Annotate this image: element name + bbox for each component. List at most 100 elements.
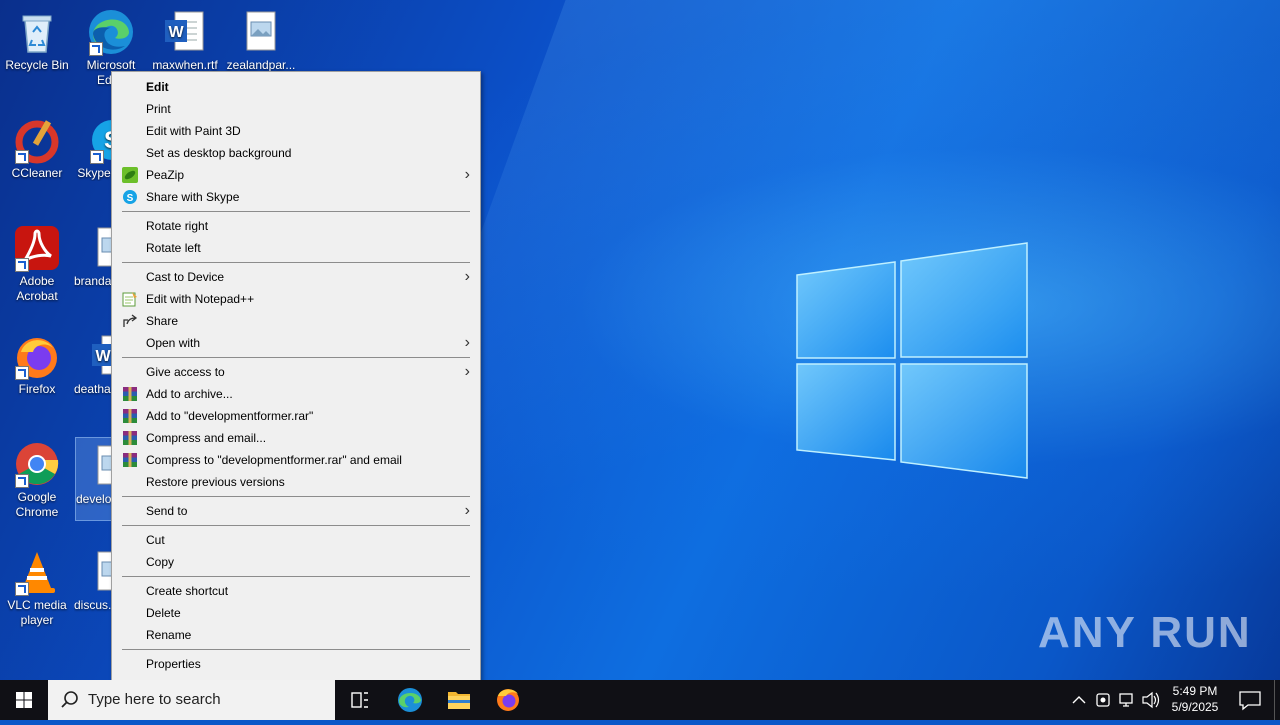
menu-item-cast-to-device[interactable]: Cast to Device › — [112, 266, 480, 288]
menu-item-print[interactable]: Print — [112, 98, 480, 120]
desktop-icon-firefox[interactable]: Firefox — [0, 328, 74, 397]
desktop-icon-label: maxwhen.rtf — [152, 58, 218, 72]
menu-item-share-with-skype[interactable]: S Share with Skype — [112, 186, 480, 208]
menu-item-compress-to-rar-and-email[interactable]: Compress to "developmentformer.rar" and … — [112, 449, 480, 471]
search-placeholder: Type here to search — [88, 691, 221, 708]
menu-item-send-to[interactable]: Send to › — [112, 500, 480, 522]
menu-item-label: Print — [146, 102, 171, 116]
share-icon — [123, 314, 138, 327]
shortcut-arrow-icon — [89, 42, 103, 56]
menu-item-share[interactable]: Share — [112, 310, 480, 332]
desktop-icon-ccleaner[interactable]: CCleaner — [0, 112, 74, 181]
menu-item-create-shortcut[interactable]: Create shortcut — [112, 580, 480, 602]
svg-text:S: S — [127, 193, 134, 204]
desktop-icon-branda[interactable]: branda... — [74, 220, 114, 289]
anyrun-watermark: ANY RUN — [1038, 608, 1252, 657]
menu-item-copy[interactable]: Copy — [112, 551, 480, 573]
winrar-icon — [123, 453, 137, 467]
network-button[interactable] — [1116, 680, 1138, 720]
winrar-icon — [123, 431, 137, 445]
desktop-icon-recycle-bin[interactable]: Recycle Bin — [0, 4, 74, 73]
desktop-icon-label: Firefox — [18, 382, 56, 396]
menu-item-cut[interactable]: Cut — [112, 529, 480, 551]
show-desktop-button[interactable] — [1274, 680, 1280, 720]
menu-item-label: Compress to "developmentformer.rar" and … — [146, 453, 402, 467]
desktop-icon-maxwhen-rtf[interactable]: W maxwhen.rtf — [148, 4, 222, 73]
menu-item-add-to-rar[interactable]: Add to "developmentformer.rar" — [112, 405, 480, 427]
desktop-icon-google-chrome[interactable]: Google Chrome — [0, 436, 74, 520]
recycle-bin-icon — [13, 8, 61, 56]
shortcut-arrow-icon — [90, 150, 104, 164]
desktop-icon-label: branda... — [74, 274, 114, 288]
menu-item-open-with[interactable]: Open with › — [112, 332, 480, 354]
menu-separator — [122, 211, 470, 212]
menu-item-label: Edit — [146, 80, 169, 94]
clock-time: 5:49 PM — [1172, 684, 1218, 698]
desktop-icon-label: Recycle Bin — [5, 58, 69, 72]
context-menu: Edit Print Edit with Paint 3D Set as des… — [111, 71, 481, 683]
word-document-icon: W — [161, 8, 209, 56]
taskbar-search-box[interactable]: Type here to search — [48, 680, 335, 720]
menu-item-edit[interactable]: Edit — [112, 76, 480, 98]
menu-item-label: Restore previous versions — [146, 475, 285, 489]
chevron-right-icon: › — [464, 166, 470, 183]
menu-item-rename[interactable]: Rename — [112, 624, 480, 646]
shortcut-arrow-icon — [15, 366, 29, 380]
chevron-right-icon: › — [464, 334, 470, 351]
menu-item-properties[interactable]: Properties — [112, 653, 480, 675]
menu-item-label: Give access to — [146, 365, 225, 379]
menu-item-label: Edit with Paint 3D — [146, 124, 241, 138]
menu-item-label: Cut — [146, 533, 165, 547]
menu-item-rotate-right[interactable]: Rotate right — [112, 215, 480, 237]
menu-separator — [122, 525, 470, 526]
desktop-icon-label: CCleaner — [11, 166, 63, 180]
desktop-icon-discus[interactable]: discus... — [74, 544, 114, 613]
action-center-button[interactable] — [1232, 680, 1272, 720]
desktop-icon-deatha[interactable]: W deatha... — [74, 328, 114, 397]
menu-item-peazip[interactable]: PeaZip › — [112, 164, 480, 186]
desktop-icon-skype[interactable]: S Skype — [74, 112, 114, 181]
shortcut-arrow-icon — [15, 258, 29, 272]
skype-icon: S — [123, 190, 137, 204]
menu-item-add-to-archive[interactable]: Add to archive... — [112, 383, 480, 405]
menu-item-label: Create shortcut — [146, 584, 229, 598]
speaker-icon — [1142, 691, 1160, 709]
menu-item-compress-and-email[interactable]: Compress and email... — [112, 427, 480, 449]
desktop-icon-vlc[interactable]: VLC media player — [0, 544, 74, 628]
notepad-plus-plus-icon — [122, 292, 137, 307]
menu-item-give-access-to[interactable]: Give access to › — [112, 361, 480, 383]
taskbar-firefox-button[interactable] — [484, 680, 532, 720]
menu-item-edit-with-notepad-plus-plus[interactable]: Edit with Notepad++ — [112, 288, 480, 310]
task-view-button[interactable] — [336, 680, 384, 720]
desktop-icon-developmentformer[interactable]: developmentformer — [75, 437, 113, 521]
chevron-right-icon: › — [464, 502, 470, 519]
menu-item-label: Copy — [146, 555, 175, 569]
menu-item-edit-with-paint-3d[interactable]: Edit with Paint 3D — [112, 120, 480, 142]
menu-item-rotate-left[interactable]: Rotate left — [112, 237, 480, 259]
start-button[interactable] — [0, 680, 48, 720]
menu-item-label: Open with — [146, 336, 201, 350]
tray-app-icon[interactable] — [1092, 680, 1114, 720]
desktop-icon-adobe-acrobat[interactable]: Adobe Acrobat — [0, 220, 74, 304]
chevron-right-icon: › — [464, 268, 470, 285]
taskbar-edge-button[interactable] — [386, 680, 434, 720]
menu-item-label: Cast to Device — [146, 270, 225, 284]
menu-item-restore-previous-versions[interactable]: Restore previous versions — [112, 471, 480, 493]
chevron-up-icon — [1072, 696, 1086, 704]
volume-button[interactable] — [1140, 680, 1162, 720]
adobe-acrobat-icon — [13, 224, 61, 272]
desktop-icon-label: zealandpar... — [226, 58, 296, 72]
menu-item-set-as-desktop-background[interactable]: Set as desktop background — [112, 142, 480, 164]
menu-item-label: Add to "developmentformer.rar" — [146, 409, 314, 423]
winrar-icon — [123, 409, 137, 423]
notification-icon — [1239, 691, 1261, 711]
menu-item-label: Rotate right — [146, 219, 209, 233]
desktop-icon-zealandpar[interactable]: zealandpar... — [224, 4, 298, 73]
show-hidden-icons-button[interactable] — [1068, 680, 1090, 720]
menu-item-label: PeaZip — [146, 168, 185, 182]
image-file-icon — [237, 8, 285, 56]
menu-item-delete[interactable]: Delete — [112, 602, 480, 624]
taskbar-clock[interactable]: 5:49 PM 5/9/2025 — [1160, 683, 1230, 715]
peazip-icon — [122, 167, 138, 183]
taskbar-file-explorer-button[interactable] — [435, 680, 483, 720]
